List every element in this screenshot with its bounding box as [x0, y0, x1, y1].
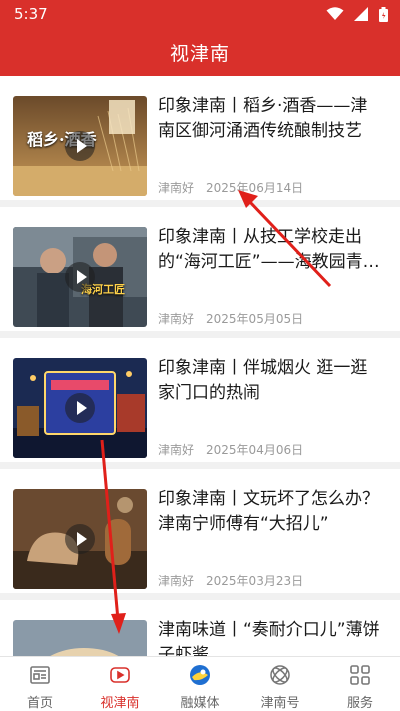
article-meta: 津南好 2025年05月05日 — [158, 310, 303, 327]
media-globe-icon — [190, 665, 210, 685]
tab-jinnan-hao[interactable]: 津南号 — [240, 657, 320, 711]
tab-home[interactable]: 首页 — [0, 657, 80, 711]
article-thumbnail[interactable] — [13, 489, 147, 589]
article-thumbnail[interactable] — [13, 358, 147, 458]
bottom-tab-bar: 首页 视津南 融媒体 津南号 服务 — [0, 656, 400, 711]
grid-icon — [350, 665, 370, 685]
article-card[interactable]: 印象津南丨伴城烟火 逛一逛家门口的热闹 津南好 2025年04月06日 — [0, 338, 400, 462]
article-source: 津南好 — [158, 312, 195, 326]
article-title[interactable]: 印象津南丨伴城烟火 逛一逛家门口的热闹 — [158, 356, 384, 406]
article-date: 2025年05月05日 — [206, 312, 304, 326]
signal-icon — [354, 7, 368, 21]
tab-label: 服务 — [346, 696, 373, 711]
article-title[interactable]: 印象津南丨从技工学校走出的“海河工匠”——海教园青… — [158, 225, 384, 275]
play-icon[interactable] — [65, 393, 95, 423]
tab-service[interactable]: 服务 — [320, 657, 400, 711]
wifi-icon — [326, 7, 344, 20]
tab-label: 津南号 — [260, 696, 300, 711]
page-title: 视津南 — [169, 42, 230, 65]
article-card[interactable]: 印象津南丨文玩坏了怎么办？津南宁师傅有“大招儿” 津南好 2025年03月23日 — [0, 469, 400, 593]
tab-media[interactable]: 融媒体 — [160, 657, 240, 711]
app-header: 视津南 — [0, 28, 400, 76]
play-icon[interactable] — [65, 262, 95, 292]
article-meta: 津南好 2025年03月23日 — [158, 572, 303, 589]
article-date: 2025年03月23日 — [206, 574, 304, 588]
article-title[interactable]: 印象津南丨文玩坏了怎么办？津南宁师傅有“大招儿” — [158, 487, 384, 537]
article-meta: 津南好 2025年06月14日 — [158, 179, 303, 196]
battery-icon — [379, 6, 388, 22]
article-thumbnail[interactable]: 稻乡·酒香 — [13, 96, 147, 196]
article-date: 2025年04月06日 — [206, 443, 304, 457]
article-card[interactable]: 稻乡·酒香 印象津南丨稻乡·酒香——津南区御河涌酒传统酿制技艺 津南好 2025年… — [0, 76, 400, 200]
article-list[interactable]: 稻乡·酒香 印象津南丨稻乡·酒香——津南区御河涌酒传统酿制技艺 津南好 2025年… — [0, 76, 400, 656]
article-source: 津南好 — [158, 181, 195, 195]
tab-label: 首页 — [26, 696, 53, 711]
article-card[interactable]: 海河工匠 印象津南丨从技工学校走出的“海河工匠”——海教园青… 津南好 2025年… — [0, 207, 400, 331]
play-icon[interactable] — [65, 524, 95, 554]
article-thumbnail[interactable] — [13, 620, 147, 656]
article-meta: 津南好 2025年04月06日 — [158, 441, 303, 458]
tab-video[interactable]: 视津南 — [80, 657, 160, 711]
article-source: 津南好 — [158, 443, 195, 457]
article-card[interactable]: 津南味道丨“奏耐介口儿”薄饼子虾酱 — [0, 600, 400, 656]
article-thumbnail[interactable]: 海河工匠 — [13, 227, 147, 327]
article-title[interactable]: 印象津南丨稻乡·酒香——津南区御河涌酒传统酿制技艺 — [158, 94, 384, 144]
status-bar: 5:37 — [0, 0, 400, 28]
orbit-icon — [270, 665, 290, 685]
article-title[interactable]: 津南味道丨“奏耐介口儿”薄饼子虾酱 — [158, 618, 384, 656]
tab-label: 融媒体 — [180, 696, 220, 711]
play-icon[interactable] — [65, 131, 95, 161]
video-icon — [110, 667, 130, 683]
status-icons — [326, 6, 388, 22]
article-source: 津南好 — [158, 574, 195, 588]
article-date: 2025年06月14日 — [206, 181, 304, 195]
newspaper-icon — [30, 666, 50, 684]
tab-label: 视津南 — [100, 696, 140, 711]
status-time: 5:37 — [14, 5, 48, 23]
